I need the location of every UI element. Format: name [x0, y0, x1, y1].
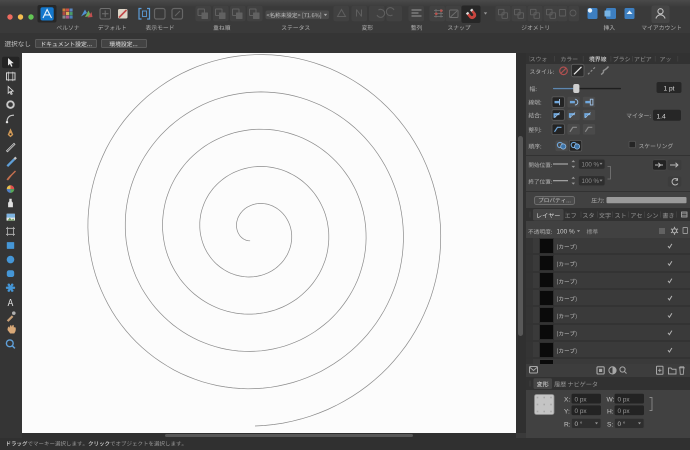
- svg-text:0 px: 0 px: [618, 397, 631, 404]
- svg-text:Y:: Y:: [564, 408, 570, 415]
- svg-text:0 px: 0 px: [575, 397, 588, 404]
- svg-text:R:: R:: [564, 421, 571, 428]
- svg-text:0 °: 0 °: [575, 420, 583, 428]
- svg-text:1 pt: 1 pt: [664, 86, 675, 93]
- svg-text:X:: X:: [564, 397, 570, 404]
- svg-text:1.4: 1.4: [657, 113, 666, 120]
- svg-text:W:: W:: [607, 397, 615, 404]
- svg-text:100 %: 100 %: [582, 161, 600, 168]
- svg-text:0 px: 0 px: [575, 408, 588, 415]
- svg-text:H:: H:: [607, 408, 614, 415]
- svg-text:S:: S:: [607, 421, 613, 428]
- svg-text:0 px: 0 px: [618, 408, 631, 415]
- svg-text:100 %: 100 %: [557, 229, 575, 236]
- svg-text:0 °: 0 °: [618, 420, 626, 428]
- svg-text:100 %: 100 %: [582, 178, 600, 185]
